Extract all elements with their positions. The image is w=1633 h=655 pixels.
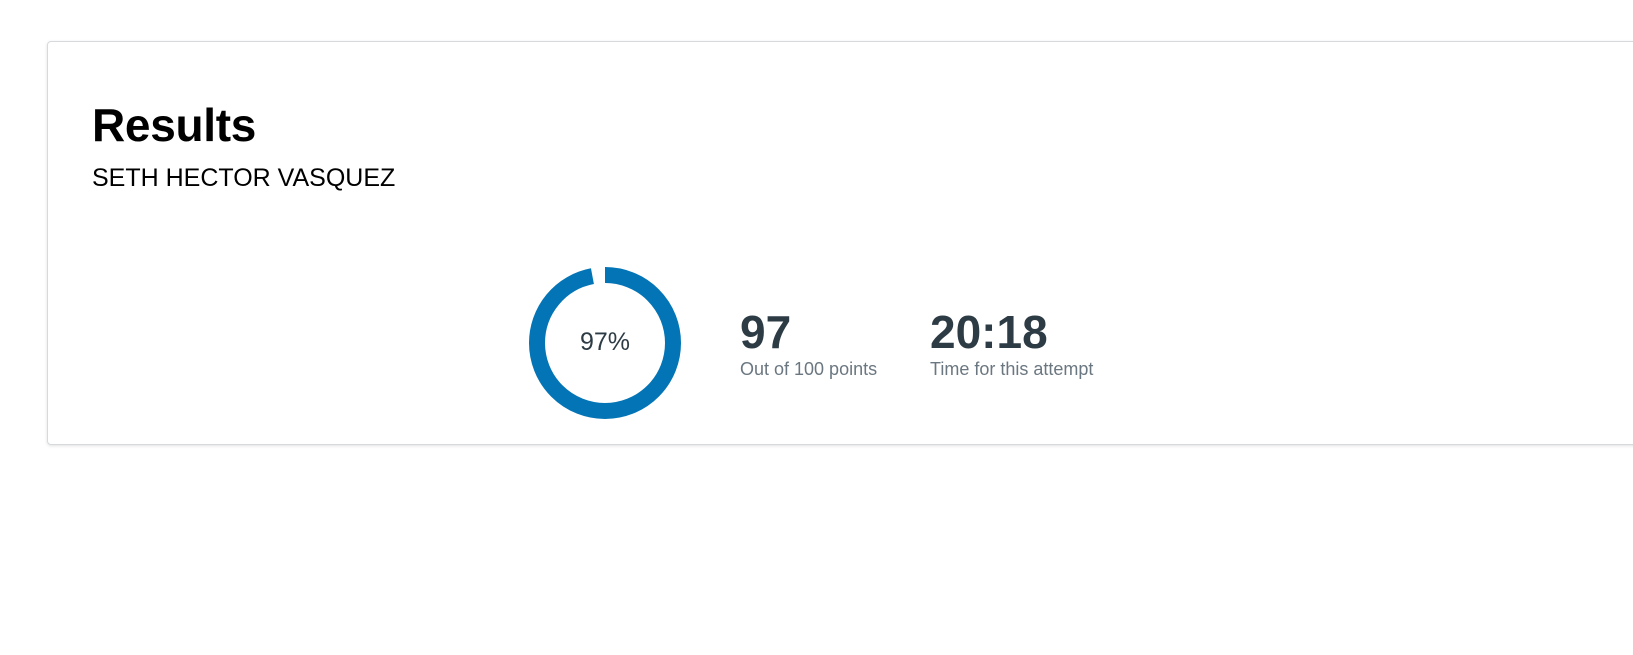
results-card: Results SETH HECTOR VASQUEZ 97% 97 Out o… xyxy=(47,41,1633,445)
student-name: SETH HECTOR VASQUEZ xyxy=(92,164,396,192)
score-caption: Out of 100 points xyxy=(740,359,878,379)
score-stat: 97 Out of 100 points xyxy=(740,304,877,380)
score-value: 97 xyxy=(740,306,792,358)
time-caption: Time for this attempt xyxy=(930,359,1094,379)
score-percent-label: 97% xyxy=(579,328,631,356)
time-value: 20:18 xyxy=(930,306,1048,358)
page-title: Results xyxy=(92,99,257,151)
time-stat: 20:18 Time for this attempt xyxy=(930,304,1093,380)
